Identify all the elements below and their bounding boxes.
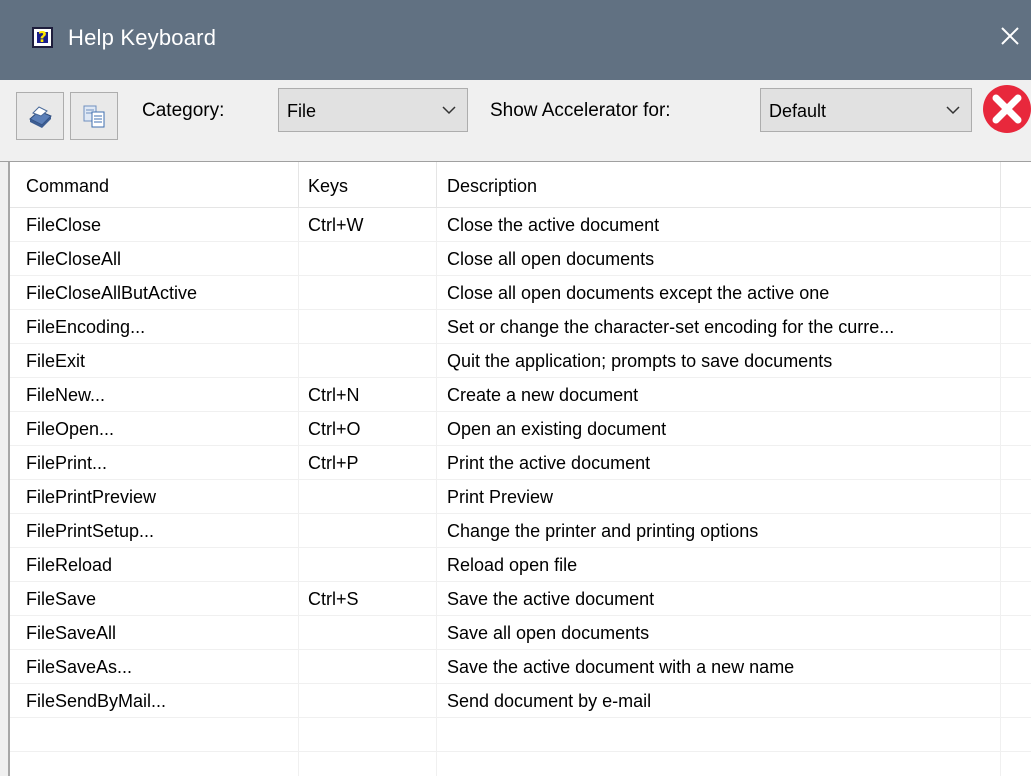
table-row[interactable]: FilePrintPreview Print Preview <box>10 480 1031 514</box>
keys-cell <box>308 310 428 344</box>
copy-button[interactable] <box>70 92 118 140</box>
help-keyboard-window: ? Help Keyboard Category: File Show Acce… <box>0 0 1031 776</box>
print-button[interactable] <box>16 92 64 140</box>
column-divider[interactable] <box>1000 162 1001 208</box>
command-cell: FileSendByMail... <box>26 691 167 711</box>
accelerator-value: Default <box>769 101 827 121</box>
category-select[interactable]: File <box>278 88 468 132</box>
shortcut-table[interactable]: Command Keys Description FileClose Ctrl+W… <box>8 162 1031 776</box>
table-row[interactable]: FileSave Ctrl+S Save the active document <box>10 582 1031 616</box>
table-row[interactable]: FileReload Reload open file <box>10 548 1031 582</box>
command-cell: FileSaveAll <box>26 623 117 643</box>
empty-row <box>10 718 1031 752</box>
keys-cell: Ctrl+W <box>308 215 364 235</box>
category-label: Category: <box>142 100 225 121</box>
chevron-down-icon <box>946 106 960 115</box>
category-value: File <box>287 101 317 121</box>
description-cell: Close all open documents except the acti… <box>447 283 830 303</box>
description-cell: Save the active document <box>447 589 655 609</box>
keys-cell <box>308 514 428 548</box>
description-cell: Print Preview <box>447 487 554 507</box>
keys-cell <box>308 650 428 684</box>
description-cell: Send document by e-mail <box>447 691 652 711</box>
table-body: FileClose Ctrl+W Close the active document… <box>10 208 1031 752</box>
table-row[interactable]: FileEncoding... Set or change the charact… <box>10 310 1031 344</box>
command-cell: FilePrint... <box>26 453 108 473</box>
accelerator-label: Show Accelerator for: <box>490 100 671 121</box>
cancel-button[interactable] <box>974 80 1031 138</box>
column-divider[interactable] <box>436 162 437 208</box>
table-row[interactable]: FileSaveAs... Save the active document wi… <box>10 650 1031 684</box>
keys-cell <box>308 480 428 514</box>
keys-cell: Ctrl+P <box>308 453 359 473</box>
table-row[interactable]: FileExit Quit the application; prompts to… <box>10 344 1031 378</box>
column-header-description[interactable]: Description <box>447 162 537 208</box>
description-cell: Create a new document <box>447 385 639 405</box>
keys-cell <box>308 276 428 310</box>
keys-cell <box>308 242 428 276</box>
keys-cell: Ctrl+N <box>308 385 360 405</box>
column-header-keys[interactable]: Keys <box>308 162 348 208</box>
table-row[interactable]: FileOpen... Ctrl+O Open an existing docume… <box>10 412 1031 446</box>
column-divider[interactable] <box>298 162 299 208</box>
window-title: Help Keyboard <box>68 25 217 50</box>
keys-cell <box>308 548 428 582</box>
command-cell: FileExit <box>26 351 86 371</box>
description-cell: Reload open file <box>447 555 578 575</box>
command-cell: FileSaveAs... <box>26 657 133 677</box>
command-cell: FileNew... <box>26 385 106 405</box>
title-bar[interactable]: ? Help Keyboard <box>0 0 1031 80</box>
table-row[interactable]: FileSaveAll Save all open documents <box>10 616 1031 650</box>
keys-cell: Ctrl+O <box>308 419 361 439</box>
table-row[interactable]: FileSendByMail... Send document by e-mail <box>10 684 1031 718</box>
description-cell: Save all open documents <box>447 623 650 643</box>
table-row[interactable]: FileClose Ctrl+W Close the active document <box>10 208 1031 242</box>
accelerator-select[interactable]: Default <box>760 88 972 132</box>
command-cell: FileSave <box>26 589 97 609</box>
description-cell: Close all open documents <box>447 249 655 269</box>
table-header: Command Keys Description <box>10 162 1031 208</box>
print-icon <box>29 106 52 128</box>
keys-cell <box>308 344 428 378</box>
command-cell: FileEncoding... <box>26 317 146 337</box>
close-icon[interactable] <box>996 22 1024 50</box>
command-cell: FileCloseAllButActive <box>26 283 198 303</box>
chevron-down-icon <box>442 106 456 115</box>
description-cell: Save the active document with a new name <box>447 657 795 677</box>
command-cell: FilePrintSetup... <box>26 521 155 541</box>
command-cell: FilePrintPreview <box>26 487 157 507</box>
command-cell: FileCloseAll <box>26 249 122 269</box>
copy-icon <box>83 105 105 128</box>
description-cell: Quit the application; prompts to save do… <box>447 351 833 371</box>
toolbar: Category: File Show Accelerator for: Def… <box>0 80 1031 162</box>
description-cell: Close the active document <box>447 215 660 235</box>
command-cell: FileReload <box>26 555 113 575</box>
command-cell: FileClose <box>26 215 102 235</box>
table-row[interactable]: FilePrintSetup... Change the printer and … <box>10 514 1031 548</box>
cancel-x-icon <box>983 85 1031 133</box>
description-cell: Open an existing document <box>447 419 667 439</box>
table-row[interactable]: FileCloseAllButActive Close all open docu… <box>10 276 1031 310</box>
keys-cell <box>308 684 428 718</box>
keys-cell <box>308 616 428 650</box>
help-question-icon: ? <box>32 27 53 48</box>
table-row[interactable]: FilePrint... Ctrl+P Print the active docum… <box>10 446 1031 480</box>
column-header-command[interactable]: Command <box>26 162 109 208</box>
keys-cell: Ctrl+S <box>308 589 359 609</box>
table-row[interactable]: FileNew... Ctrl+N Create a new document <box>10 378 1031 412</box>
description-cell: Print the active document <box>447 453 651 473</box>
command-cell: FileOpen... <box>26 419 115 439</box>
table-row[interactable]: FileCloseAll Close all open documents <box>10 242 1031 276</box>
description-cell: Change the printer and printing options <box>447 521 759 541</box>
description-cell: Set or change the character-set encoding… <box>447 317 895 337</box>
